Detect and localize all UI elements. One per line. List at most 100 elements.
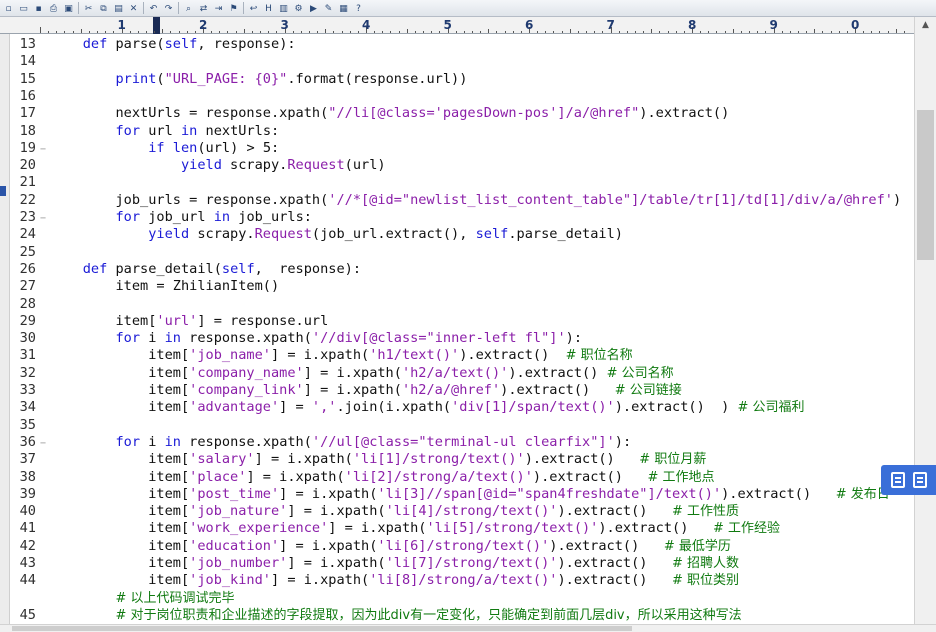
ruler-tick <box>732 29 734 33</box>
find-replace-icon[interactable]: ⇄ <box>197 2 210 15</box>
column-mode-icon[interactable]: ▥ <box>277 2 290 15</box>
line-number: 18 <box>19 122 36 139</box>
code-line[interactable]: 29 item['url'] = response.url <box>10 312 329 330</box>
vertical-scroll-thumb[interactable] <box>917 110 934 260</box>
help-icon[interactable]: ? <box>352 2 365 15</box>
horizontal-scrollbar[interactable] <box>0 624 936 632</box>
print-preview-icon[interactable]: ▣ <box>62 2 75 15</box>
print-icon[interactable]: ⎙ <box>47 2 60 15</box>
hex-icon[interactable]: H <box>262 2 275 15</box>
code-line[interactable]: 18 for url in nextUrls: <box>10 122 280 140</box>
ruler-tick <box>186 31 188 33</box>
word-wrap-icon[interactable]: ↩ <box>247 2 260 15</box>
ruler-tick <box>341 31 343 33</box>
notes-icon[interactable] <box>891 472 905 488</box>
save-icon[interactable]: ▪ <box>32 2 45 15</box>
code-editor[interactable]: 13 def parse(self, response): 14 15 print(… <box>10 34 913 624</box>
column-ruler: 1 2 3 4 5 6 7 8 9 0 <box>0 17 914 34</box>
code-line[interactable]: 39 item['post_time'] = i.xpath('li[3]//s… <box>10 486 890 503</box>
code-line[interactable]: 19− if len(url) > 5: <box>10 140 280 158</box>
horizontal-scroll-thumb[interactable] <box>12 626 632 631</box>
goto-icon[interactable]: ⇥ <box>212 2 225 15</box>
line-number: 41 <box>19 520 36 537</box>
ruler-tick <box>594 31 596 33</box>
line-number: 28 <box>19 295 36 312</box>
code-line[interactable]: 23− for job_url in job_urls: <box>10 209 312 226</box>
redo-icon[interactable]: ↷ <box>162 2 175 15</box>
code-line[interactable]: 32 item['company_name'] = i.xpath('h2/a/… <box>10 365 674 382</box>
ruler-tick <box>390 31 392 33</box>
fold-toggle-icon[interactable]: − <box>36 435 50 452</box>
bookmark-icon[interactable]: ⚑ <box>227 2 240 15</box>
code-line[interactable]: 26 def parse_detail(self, response): <box>10 261 361 278</box>
open-file-icon[interactable]: ▭ <box>17 2 30 15</box>
code-line[interactable]: 34 item['advantage'] = ','.join(i.xpath(… <box>10 399 805 416</box>
bookmark-gutter[interactable] <box>0 34 10 632</box>
code-line[interactable]: 37 item['salary'] = i.xpath('li[1]/stron… <box>10 451 707 468</box>
line-number: 33 <box>19 382 36 398</box>
line-number: 36 <box>19 433 36 450</box>
code-line[interactable]: 43 item['job_number'] = i.xpath('li[7]/s… <box>10 555 739 572</box>
settings-icon[interactable]: ⚙ <box>292 2 305 15</box>
ruler-tick <box>243 29 245 33</box>
new-file-icon[interactable]: ▫ <box>2 2 15 15</box>
ruler-tick <box>431 31 433 33</box>
ruler-tick <box>88 31 90 33</box>
code-line[interactable]: 21 <box>10 174 50 191</box>
code-line[interactable]: 22 job_urls = response.xpath('//*[@id="n… <box>10 192 902 209</box>
vertical-scrollbar[interactable]: ▲ <box>914 17 936 624</box>
undo-icon[interactable]: ↶ <box>147 2 160 15</box>
delete-icon[interactable]: ✕ <box>127 2 140 15</box>
fold-toggle-icon[interactable]: − <box>36 141 50 158</box>
code-line[interactable]: 36− for i in response.xpath('//ul[@class… <box>10 433 632 452</box>
code-line[interactable]: # 以上代码调试完毕 <box>10 590 234 607</box>
code-line[interactable]: 17 nextUrls = response.xpath("//li[@clas… <box>10 105 730 122</box>
cut-icon[interactable]: ✂ <box>82 2 95 15</box>
code-line[interactable]: 38 item['place'] = i.xpath('li[2]/strong… <box>10 469 715 486</box>
code-line[interactable]: 33 item['company_link'] = i.xpath('h2/a/… <box>10 382 682 399</box>
code-line[interactable]: 24 yield scrapy.Request(job_url.extract(… <box>10 226 623 243</box>
code-line[interactable]: 28 <box>10 296 50 313</box>
ruler-tick <box>765 31 767 33</box>
code-text: yield scrapy.Request(job_url.extract(), … <box>148 226 623 243</box>
ruler-tick <box>178 31 180 33</box>
clipboard-icon[interactable] <box>913 472 927 488</box>
line-number: 38 <box>19 468 36 485</box>
tools-icon[interactable]: ✎ <box>322 2 335 15</box>
copy-icon[interactable]: ⧉ <box>97 2 110 15</box>
ruler-tick <box>292 31 294 33</box>
code-line[interactable]: 15 print("URL_PAGE: {0}".format(response… <box>10 71 468 88</box>
code-line[interactable]: 20 yield scrapy.Request(url) <box>10 157 386 174</box>
window-icon[interactable]: ▦ <box>337 2 350 15</box>
floating-side-panel[interactable] <box>881 465 936 495</box>
code-line[interactable]: 35 <box>10 417 50 434</box>
ruler-tick <box>162 29 164 33</box>
code-line[interactable]: 13 def parse(self, response): <box>10 36 296 53</box>
code-text: item['url'] = response.url <box>50 312 329 329</box>
ruler-tick <box>251 31 253 33</box>
ruler-tick <box>170 31 172 33</box>
code-line[interactable]: 40 item['job_nature'] = i.xpath('li[4]/s… <box>10 503 739 520</box>
code-line[interactable]: 42 item['education'] = i.xpath('li[6]/st… <box>10 538 731 555</box>
paste-icon[interactable]: ▤ <box>112 2 125 15</box>
code-line[interactable]: 27 item = ZhilianItem()▶ <box>10 278 280 295</box>
line-number: 42 <box>19 537 36 554</box>
code-line[interactable]: 14 <box>10 53 50 70</box>
line-number: 43 <box>19 555 36 571</box>
ruler-tick <box>814 29 816 33</box>
find-icon[interactable]: ⌕ <box>182 2 195 15</box>
line-number: 35 <box>19 416 36 433</box>
code-line[interactable]: 25 <box>10 244 50 261</box>
code-line[interactable]: 41 item['work_experience'] = i.xpath('li… <box>10 520 780 537</box>
code-line[interactable]: 16 <box>10 88 50 105</box>
code-line[interactable]: 44 item['job_kind'] = i.xpath('li[8]/str… <box>10 572 739 589</box>
scroll-up-arrow-icon[interactable]: ▲ <box>915 17 936 34</box>
ruler-tick <box>863 31 865 33</box>
fold-toggle-icon[interactable]: − <box>36 210 50 227</box>
code-line[interactable]: 30 for i in response.xpath('//div[@class… <box>10 330 582 347</box>
code-line[interactable]: 31 item['job_name'] = i.xpath('h1/text()… <box>10 347 633 364</box>
ruler-tick <box>268 31 270 33</box>
ruler-tick <box>398 31 400 33</box>
macro-icon[interactable]: ▶ <box>307 2 320 15</box>
code-line[interactable]: 45 # 对于岗位职责和企业描述的字段提取，因为此div有一定变化，只能确定到前… <box>10 607 742 624</box>
